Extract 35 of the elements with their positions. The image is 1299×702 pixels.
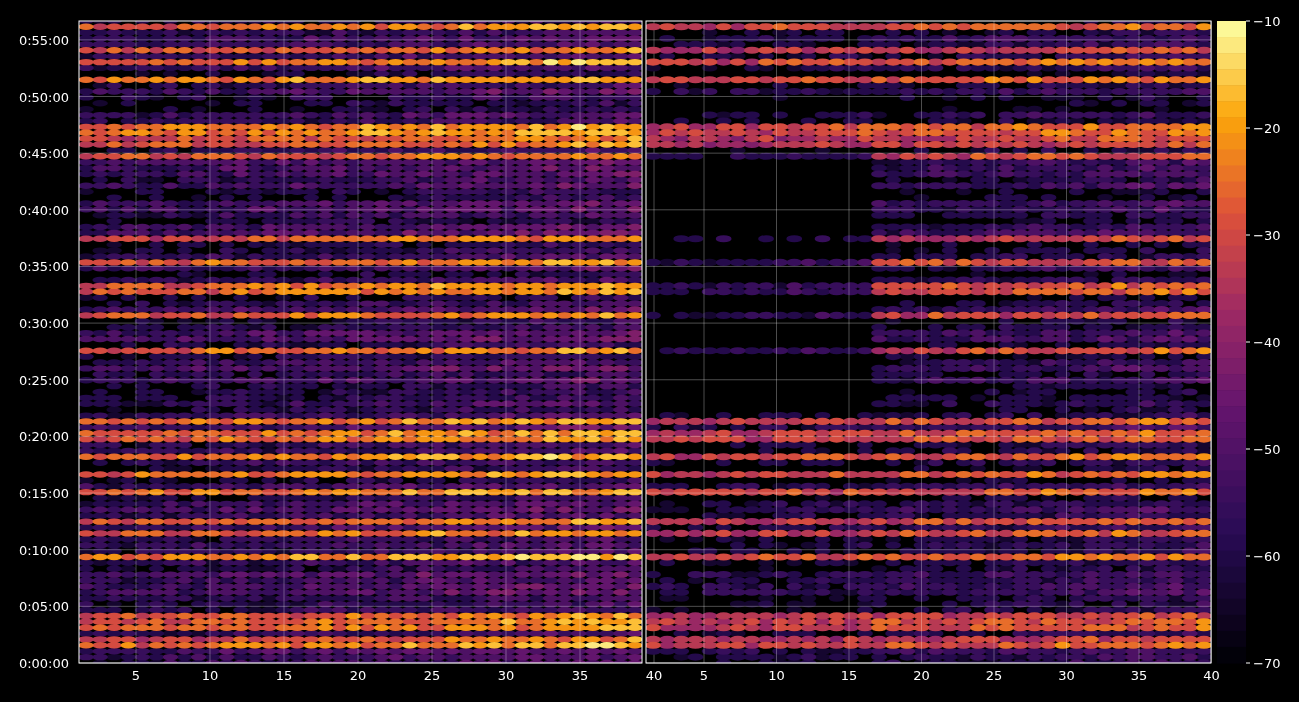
x-tick-label: 35: [571, 668, 589, 683]
y-tick-label: 0:50:00: [18, 89, 69, 105]
y-tick-label: 0:05:00: [18, 599, 69, 615]
colorbar-tick-label: −10: [1253, 14, 1281, 29]
y-tick-label: 0:45:00: [18, 146, 69, 162]
colorbar-tick-label: −60: [1253, 549, 1281, 564]
x-tick-label: 10: [768, 668, 785, 683]
x-tick-label: 10: [201, 668, 219, 683]
x-tick-label: 5: [131, 668, 141, 683]
x-tick-label: 30: [1058, 668, 1075, 683]
y-tick-label: 0:10:00: [18, 542, 69, 558]
y-tick-label: 0:55:00: [18, 32, 69, 48]
colorbar-tick-label: −70: [1253, 656, 1281, 671]
y-tick-label: 0:25:00: [18, 372, 69, 388]
x-tick-label: 40: [645, 668, 663, 683]
x-tick-label: 20: [913, 668, 930, 683]
y-tick-label: 0:40:00: [18, 202, 69, 218]
x-tick-label: 30: [497, 668, 515, 683]
y-tick-label: 0:00:00: [18, 656, 69, 671]
colorbar-tick-label: −40: [1253, 335, 1281, 350]
x-tick-label: 25: [985, 668, 1003, 683]
y-tick-label: 0:20:00: [18, 429, 69, 445]
x-tick-label: 20: [349, 668, 367, 683]
y-tick-label: 0:35:00: [18, 259, 69, 275]
x-tick-label: 5: [699, 668, 709, 683]
x-tick-label: 15: [840, 668, 858, 683]
y-tick-label: 0:15:00: [18, 486, 69, 502]
colorbar-tick-label: −30: [1253, 228, 1281, 243]
x-tick-label: 25: [423, 668, 441, 683]
colorbar-tick-label: −20: [1253, 121, 1281, 136]
x-tick-label: 15: [275, 668, 293, 683]
x-tick-label: 40: [1203, 668, 1220, 683]
x-tick-label: 35: [1130, 668, 1148, 683]
y-tick-label: 0:30:00: [18, 316, 69, 332]
colorbar-tick-label: −50: [1253, 442, 1281, 457]
